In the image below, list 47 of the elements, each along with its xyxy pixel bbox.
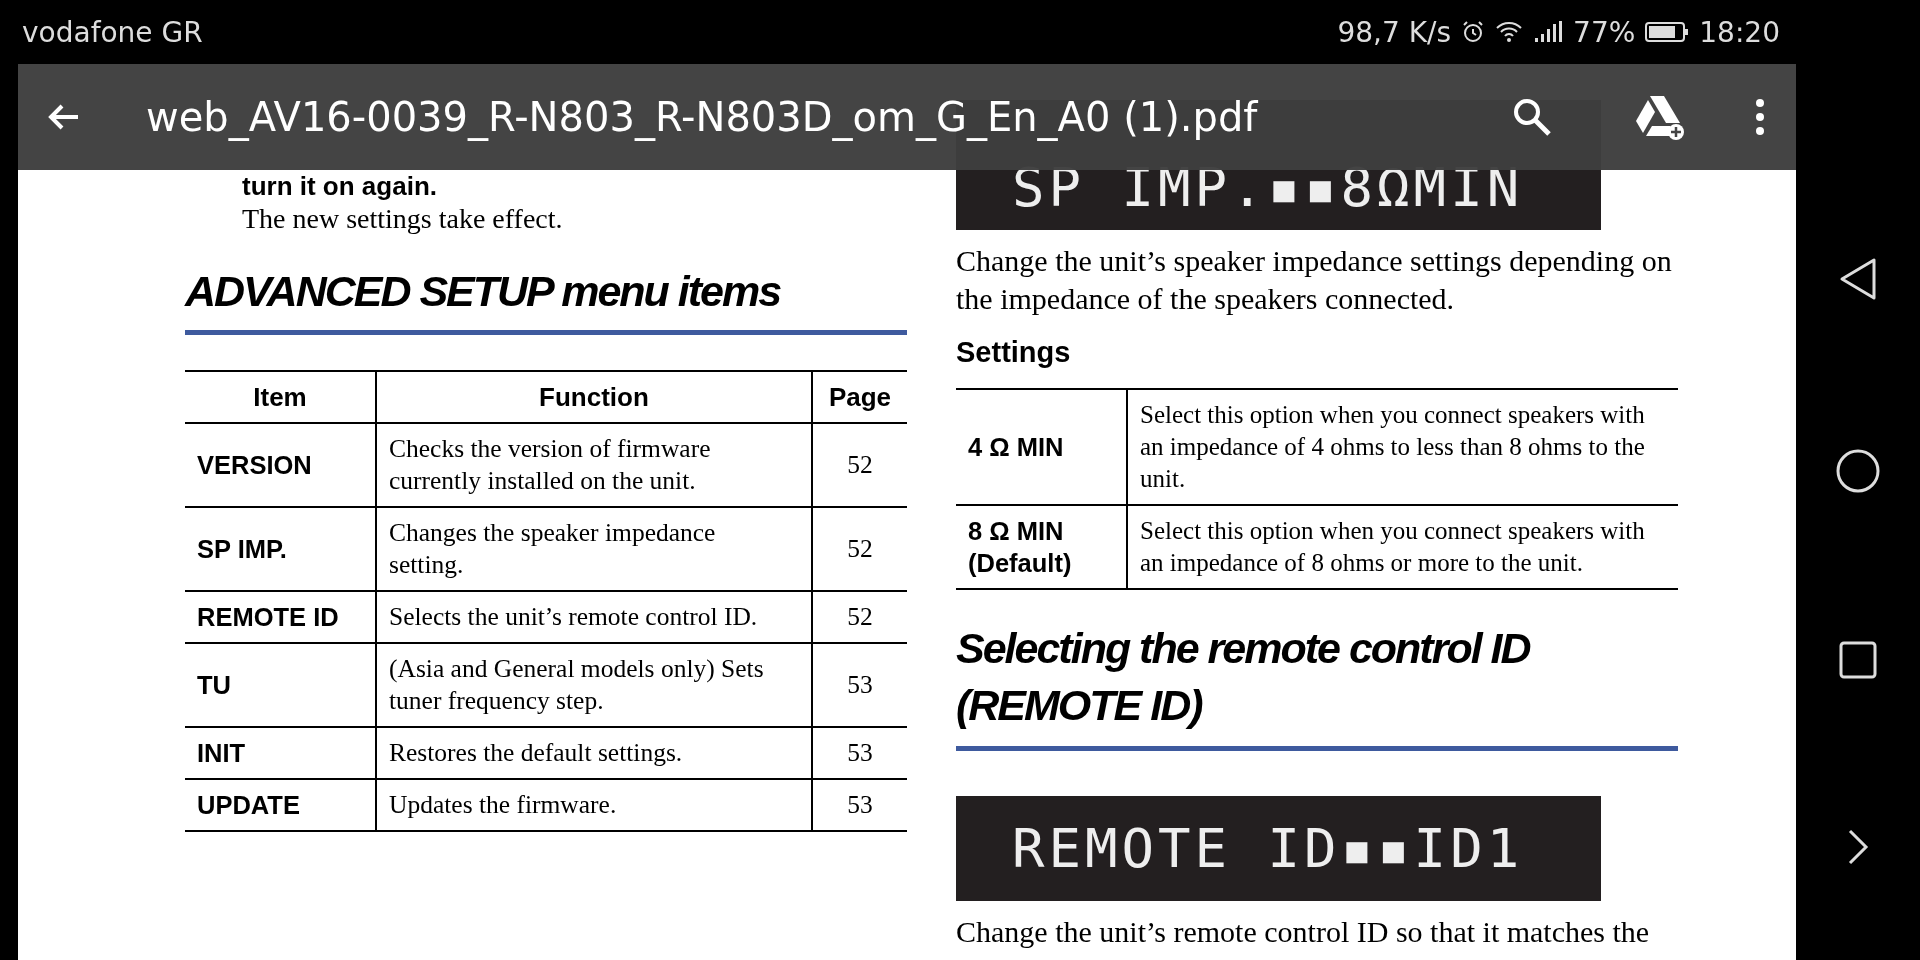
table-cell: 4 Ω MIN xyxy=(956,389,1127,505)
table-cell: 53 xyxy=(812,643,907,727)
battery-icon xyxy=(1645,20,1690,44)
table-cell: SP IMP. xyxy=(185,507,376,591)
table-cell: INIT xyxy=(185,727,376,779)
table-cell: 52 xyxy=(812,423,907,507)
battery-percent: 77% xyxy=(1573,15,1636,49)
table-cell: 52 xyxy=(812,591,907,643)
column-header: Item xyxy=(185,371,376,423)
table-cell: 53 xyxy=(812,727,907,779)
table-cell: Checks the version of firmware currently installed on the unit. xyxy=(376,423,812,507)
clock-time: 18:20 xyxy=(1699,15,1780,49)
carrier-name: vodafone GR xyxy=(22,15,203,49)
paragraph: The new settings take effect. xyxy=(242,202,564,236)
table-cell: 52 xyxy=(812,507,907,591)
table-cell: 53 xyxy=(812,779,907,831)
step-text: turn it on again. xyxy=(242,170,438,202)
column-header: Page xyxy=(812,371,907,423)
table-cell: REMOTE ID xyxy=(185,591,376,643)
home-icon[interactable] xyxy=(1835,447,1881,494)
table-cell: Restores the default settings. xyxy=(376,727,812,779)
back-icon[interactable] xyxy=(1838,257,1878,302)
table-cell: UPDATE xyxy=(185,779,376,831)
drive-add-icon[interactable] xyxy=(1634,94,1686,140)
table-cell: VERSION xyxy=(185,423,376,507)
document-title: web_AV16-0039_R-N803_R-N803D_om_G_En_A0 (1).pdf xyxy=(146,94,1258,140)
network-speed: 98,7 K/s xyxy=(1337,15,1452,49)
table-cell: TU xyxy=(185,643,376,727)
table-cell: (Asia and General models only) Sets tuner frequency step. xyxy=(376,643,812,727)
table-cell: Updates the firmware. xyxy=(376,779,812,831)
section-heading: ADVANCED SETUP menu items xyxy=(185,266,782,317)
more-options-icon[interactable] xyxy=(1754,97,1766,137)
section-heading: Selecting the remote control ID (REMOTE ID) xyxy=(956,623,1532,731)
column-header: Function xyxy=(376,371,812,423)
table-cell: Select this option when you connect speakers with an impedance of 4 ohms to less than 8 ohms to the unit. xyxy=(1127,389,1678,505)
paragraph: Change the unit’s speaker impedance settings depending on the impedance of the speakers connected. xyxy=(956,243,1673,317)
wifi-icon xyxy=(1495,20,1524,44)
display-text: REMOTE ID▪▪ID1 xyxy=(1012,816,1524,881)
paragraph: Change the unit’s remote control ID so that it matches the xyxy=(956,914,1651,950)
table-cell: Select this option when you connect speakers with an impedance of 8 ohms or more to the unit. xyxy=(1127,505,1678,589)
table-cell: Selects the unit’s remote control ID. xyxy=(376,591,812,643)
signal-icon xyxy=(1533,20,1564,44)
recents-icon[interactable] xyxy=(1838,640,1878,681)
subheading: Settings xyxy=(956,335,1072,370)
table-cell: Changes the speaker impedance setting. xyxy=(376,507,812,591)
display-text: SP IMP.▪▪8ΩMIN xyxy=(1012,156,1524,220)
table-cell: 8 Ω MIN (Default) xyxy=(956,505,1127,589)
